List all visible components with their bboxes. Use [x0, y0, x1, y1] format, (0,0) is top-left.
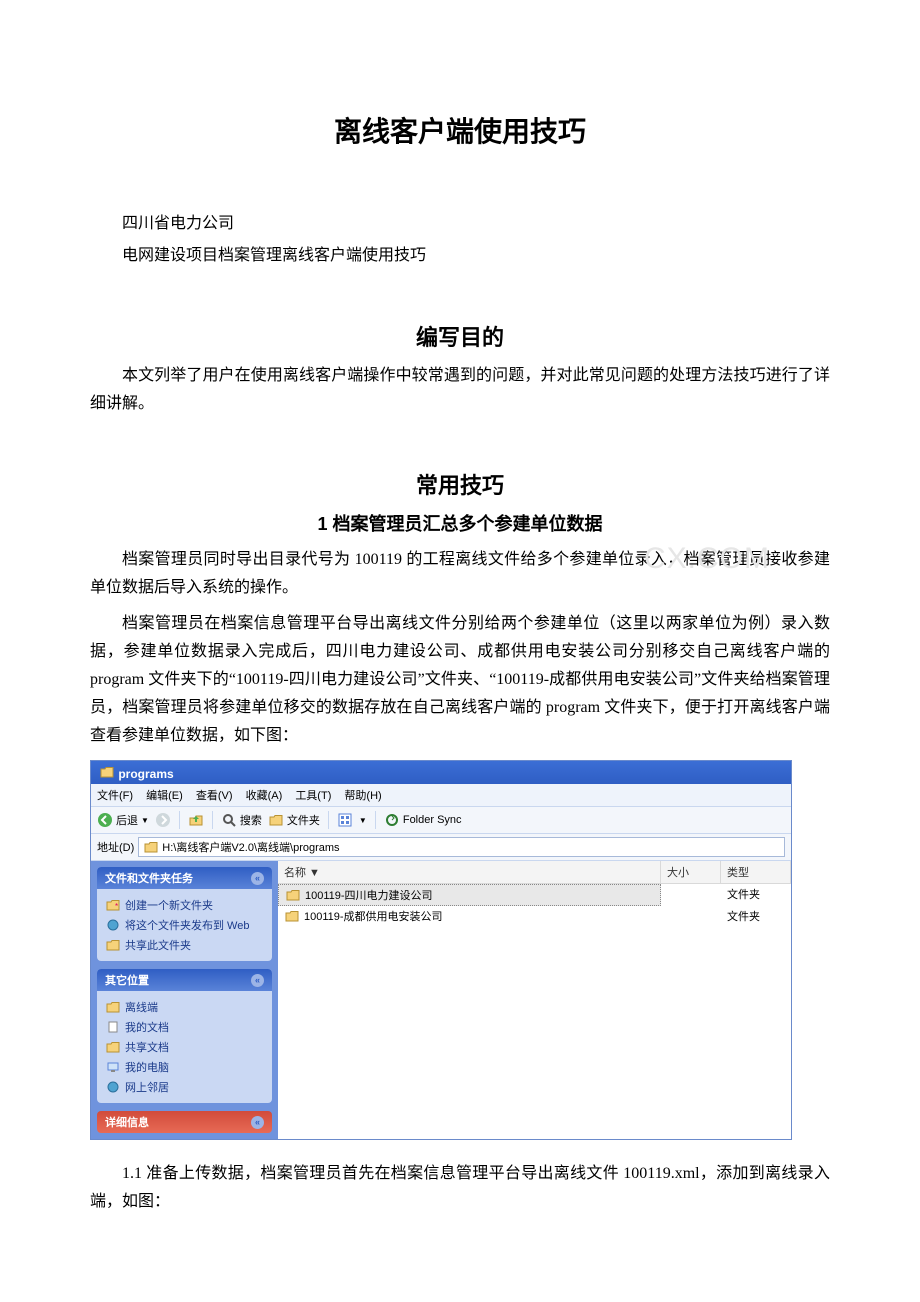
para-s1-1: 1.1 准备上传数据，档案管理员首先在档案信息管理平台导出离线文件 100119… — [90, 1160, 830, 1216]
address-label: 地址(D) — [97, 839, 134, 855]
search-button[interactable]: 搜索 — [221, 812, 262, 828]
col-name[interactable]: 名称 ▼ — [278, 861, 661, 883]
row-name: 100119-四川电力建设公司 — [305, 887, 433, 903]
menu-help[interactable]: 帮助(H) — [344, 790, 381, 802]
search-icon — [221, 812, 237, 828]
network-icon — [105, 1079, 121, 1095]
toolbar: 后退 ▼ 搜索 文件夹 — [91, 807, 791, 834]
folder-icon — [285, 887, 301, 903]
up-button[interactable] — [188, 812, 204, 828]
subtitle-line: 电网建设项目档案管理离线客户端使用技巧 — [90, 242, 830, 270]
docs-icon — [105, 1019, 121, 1035]
views-button[interactable] — [337, 812, 353, 828]
back-icon — [97, 812, 113, 828]
separator — [328, 811, 329, 829]
computer-icon — [105, 1059, 121, 1075]
loc-net[interactable]: 网上邻居 — [105, 1077, 264, 1097]
task-new-label: 创建一个新文件夹 — [125, 897, 213, 913]
collapse-icon[interactable]: « — [251, 974, 264, 987]
menu-view[interactable]: 查看(V) — [196, 790, 233, 802]
loc-docs[interactable]: 我的文档 — [105, 1017, 264, 1037]
folder-icon — [105, 999, 121, 1015]
globe-icon — [105, 917, 121, 933]
separator — [375, 811, 376, 829]
task-share-label: 共享此文件夹 — [125, 937, 191, 953]
chevron-down-icon: ▼ — [359, 816, 367, 825]
folders-button[interactable]: 文件夹 — [268, 812, 320, 828]
para-purpose: 本文列举了用户在使用离线客户端操作中较常遇到的问题，并对此常见问题的处理方法技巧… — [90, 362, 830, 418]
list-header: 名称 ▼ 大小 类型 — [278, 861, 791, 884]
loc-pc[interactable]: 我的电脑 — [105, 1057, 264, 1077]
shared-icon — [105, 1039, 121, 1055]
row-type: 文件夹 — [721, 884, 791, 906]
para-s1a: 档案管理员同时导出目录代号为 100119 的工程离线文件给多个参建单位录入，档… — [90, 546, 830, 602]
other-panel: 其它位置 « 离线端 我的文档 — [97, 969, 272, 1103]
side-pane: 文件和文件夹任务 « * 创建一个新文件夹 — [91, 861, 278, 1139]
folder-sync-button[interactable]: Folder Sync — [384, 812, 462, 828]
separator — [179, 811, 180, 829]
new-folder-icon: * — [105, 897, 121, 913]
back-button[interactable]: 后退 ▼ — [97, 812, 149, 828]
para-s1b: 档案管理员在档案信息管理平台导出离线文件分别给两个参建单位（这里以两家单位为例）… — [90, 610, 830, 750]
task-new-folder[interactable]: * 创建一个新文件夹 — [105, 895, 264, 915]
address-bar: 地址(D) H:\离线客户端V2.0\离线端\programs — [91, 834, 791, 861]
task-share[interactable]: 共享此文件夹 — [105, 935, 264, 955]
row-type: 文件夹 — [721, 906, 791, 926]
folder-icon — [99, 764, 115, 780]
window-title-text: programs — [118, 767, 173, 781]
list-item[interactable]: 100119-四川电力建设公司 文件夹 — [278, 884, 791, 906]
loc-net-label: 网上邻居 — [125, 1079, 169, 1095]
folders-icon — [268, 812, 284, 828]
detail-title: 详细信息 — [105, 1114, 149, 1130]
separator — [212, 811, 213, 829]
col-type[interactable]: 类型 — [721, 861, 791, 883]
menu-bar: 文件(F) 编辑(E) 查看(V) 收藏(A) 工具(T) 帮助(H) — [91, 784, 791, 807]
collapse-icon[interactable]: « — [251, 1116, 264, 1129]
folder-icon — [284, 908, 300, 924]
window-title: programs — [91, 761, 791, 784]
other-title: 其它位置 — [105, 972, 149, 988]
company-line: 四川省电力公司 — [90, 210, 830, 238]
folders-label: 文件夹 — [287, 812, 320, 828]
loc-offline-label: 离线端 — [125, 999, 158, 1015]
list-item[interactable]: 100119-成都供用电安装公司 文件夹 — [278, 906, 791, 926]
sync-icon — [384, 812, 400, 828]
chevron-down-icon: ▼ — [141, 816, 149, 825]
menu-fav[interactable]: 收藏(A) — [246, 790, 283, 802]
heading-section1: 1 档案管理员汇总多个参建单位数据 — [90, 510, 830, 536]
loc-offline[interactable]: 离线端 — [105, 997, 264, 1017]
page-title: 离线客户端使用技巧 — [90, 110, 830, 150]
menu-file[interactable]: 文件(F) — [97, 790, 133, 802]
tasks-panel: 文件和文件夹任务 « * 创建一个新文件夹 — [97, 867, 272, 961]
share-folder-icon — [105, 937, 121, 953]
folder-icon — [143, 839, 159, 855]
menu-tools[interactable]: 工具(T) — [295, 790, 331, 802]
address-path: H:\离线客户端V2.0\离线端\programs — [162, 839, 339, 855]
loc-shared[interactable]: 共享文档 — [105, 1037, 264, 1057]
heading-purpose: 编写目的 — [90, 320, 830, 352]
address-input[interactable]: H:\离线客户端V2.0\离线端\programs — [138, 837, 785, 857]
forward-button[interactable] — [155, 812, 171, 828]
search-label: 搜索 — [240, 812, 262, 828]
svg-text:*: * — [115, 902, 118, 911]
row-name: 100119-成都供用电安装公司 — [304, 908, 443, 924]
sync-label: Folder Sync — [403, 814, 462, 826]
loc-shared-label: 共享文档 — [125, 1039, 169, 1055]
loc-docs-label: 我的文档 — [125, 1019, 169, 1035]
back-label: 后退 — [116, 812, 138, 828]
col-size[interactable]: 大小 — [661, 861, 721, 883]
detail-panel: 详细信息 « — [97, 1111, 272, 1133]
menu-edit[interactable]: 编辑(E) — [146, 790, 183, 802]
task-publish-label: 将这个文件夹发布到 Web — [125, 917, 249, 933]
heading-common: 常用技巧 — [90, 468, 830, 500]
collapse-icon[interactable]: « — [251, 872, 264, 885]
task-publish[interactable]: 将这个文件夹发布到 Web — [105, 915, 264, 935]
file-list: 名称 ▼ 大小 类型 100119-四川电力建设公司 文件夹 100119-成都 — [278, 861, 791, 1139]
explorer-window: programs 文件(F) 编辑(E) 查看(V) 收藏(A) 工具(T) 帮… — [90, 760, 792, 1140]
loc-pc-label: 我的电脑 — [125, 1059, 169, 1075]
tasks-title: 文件和文件夹任务 — [105, 870, 193, 886]
